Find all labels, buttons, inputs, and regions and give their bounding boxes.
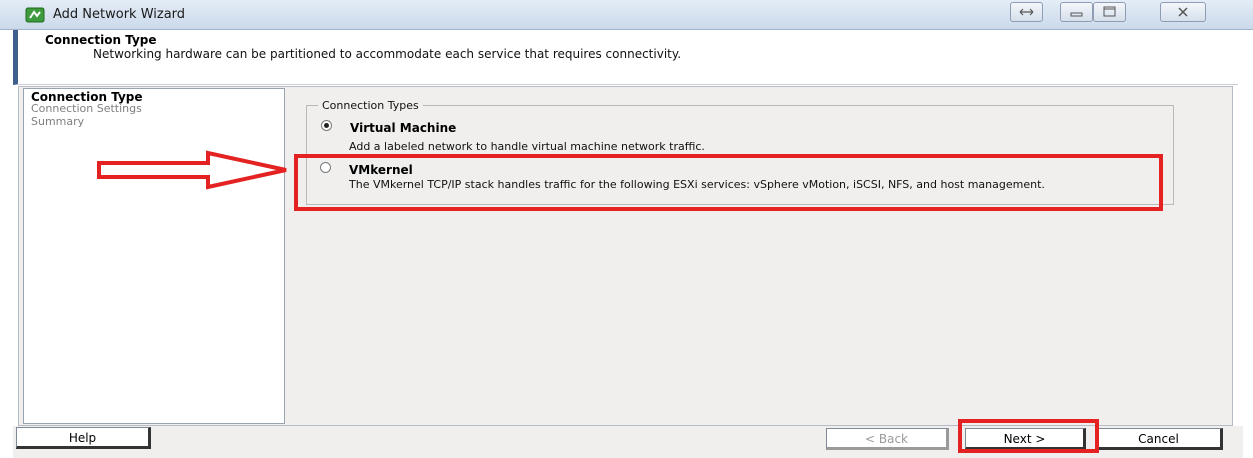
virtual-machine-description: Add a labeled network to handle virtual …: [349, 140, 705, 153]
maximize-icon: [1103, 6, 1116, 17]
network-wizard-icon: [25, 7, 45, 23]
step-connection-settings: Connection Settings: [31, 102, 142, 115]
close-icon: [1178, 7, 1188, 17]
minimize-button[interactable]: [1060, 2, 1093, 22]
help-button[interactable]: Help: [16, 427, 151, 449]
window-title: Add Network Wizard: [53, 7, 186, 22]
virtual-machine-label[interactable]: Virtual Machine: [350, 121, 456, 135]
next-highlight-box: [958, 419, 1099, 453]
close-button[interactable]: [1160, 2, 1206, 22]
step-summary: Summary: [31, 115, 85, 128]
steps-panel: [23, 88, 285, 424]
minimize-icon: [1070, 12, 1083, 17]
radio-selected-dot: [324, 123, 329, 128]
resize-toggle-button[interactable]: [1010, 2, 1043, 22]
group-legend: Connection Types: [318, 99, 423, 112]
page-description: Networking hardware can be partitioned t…: [93, 47, 682, 61]
back-button[interactable]: < Back: [826, 428, 949, 450]
red-arrow-icon: [97, 150, 287, 190]
vmkernel-highlight-box: [294, 154, 1163, 211]
page-title: Connection Type: [45, 33, 157, 47]
double-arrow-icon: [1019, 8, 1034, 16]
cancel-button[interactable]: Cancel: [1096, 428, 1223, 450]
maximize-button[interactable]: [1093, 2, 1126, 22]
